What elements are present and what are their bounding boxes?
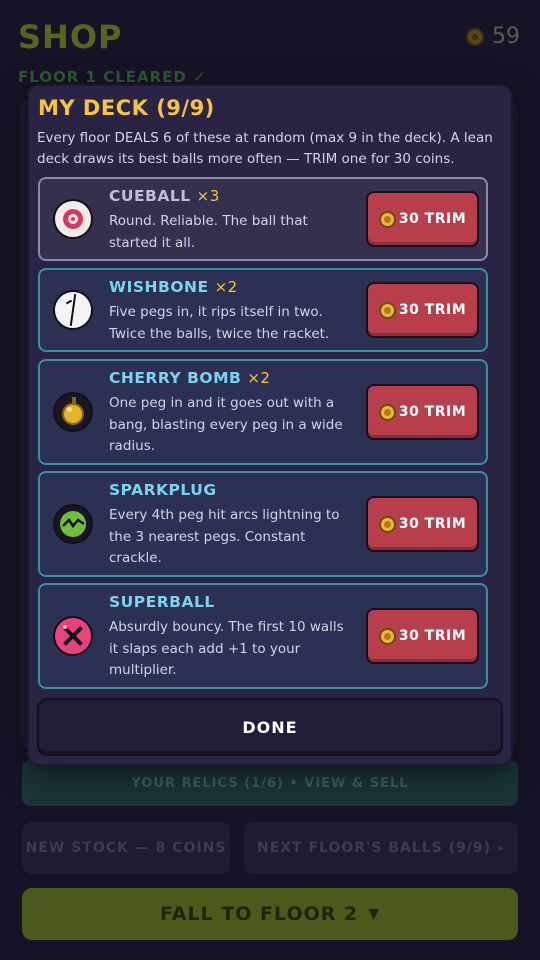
cherry-bomb-icon bbox=[53, 392, 93, 432]
deck-description: Every floor DEALS 6 of these at random (… bbox=[37, 130, 493, 167]
wishbone-icon bbox=[53, 290, 93, 330]
check-icon: ✓ bbox=[193, 68, 207, 86]
trim-label: 30 TRIM bbox=[398, 404, 467, 420]
ball-description: One peg in and it goes out with a bang, … bbox=[109, 395, 343, 454]
coin-count: 59 bbox=[492, 24, 520, 49]
coin-icon bbox=[378, 301, 396, 319]
trim-button-wishbone[interactable]: 30 TRIM bbox=[366, 282, 479, 338]
ball-name: WISHBONE ×2 bbox=[109, 278, 238, 296]
ball-description: Every 4th peg hit arcs lightning to the … bbox=[109, 507, 340, 566]
new-stock-button[interactable]: NEW STOCK — 8 COINS bbox=[22, 822, 230, 874]
ball-card-superball: SUPERBALL Absurdly bouncy. The first 10 … bbox=[38, 583, 488, 689]
superball-icon bbox=[53, 616, 93, 656]
ball-description: Five pegs in, it rips itself in two. Twi… bbox=[109, 304, 330, 342]
cueball-icon bbox=[53, 199, 93, 239]
coin-icon bbox=[378, 210, 396, 228]
ball-description: Absurdly bouncy. The first 10 walls it s… bbox=[109, 619, 344, 678]
trim-label: 30 TRIM bbox=[398, 211, 467, 227]
relics-button[interactable]: YOUR RELICS (1/6) • VIEW & SELL bbox=[22, 760, 518, 806]
fall-label: FALL TO FLOOR 2 bbox=[159, 903, 359, 925]
ball-card-wishbone: WISHBONE ×2 Five pegs in, it rips itself … bbox=[38, 268, 488, 352]
done-button[interactable]: DONE bbox=[37, 698, 503, 756]
trim-button-cherry-bomb[interactable]: 30 TRIM bbox=[366, 384, 479, 440]
trim-label: 30 TRIM bbox=[398, 302, 467, 318]
ball-name: SUPERBALL bbox=[109, 593, 215, 611]
deck-modal: MY DECK (9/9) Every floor DEALS 6 of the… bbox=[29, 86, 511, 764]
ball-card-sparkplug: SPARKPLUG Every 4th peg hit arcs lightni… bbox=[38, 471, 488, 577]
chevron-down-icon: ▼ bbox=[368, 906, 381, 922]
floor-status-label: FLOOR 1 CLEARED bbox=[18, 68, 187, 86]
ball-description: Round. Reliable. The ball that started i… bbox=[109, 213, 308, 251]
fall-to-floor-button[interactable]: FALL TO FLOOR 2 ▼ bbox=[22, 888, 518, 940]
next-floor-balls-button[interactable]: NEXT FLOOR'S BALLS (9/9) ▸ bbox=[244, 822, 518, 874]
coin-icon bbox=[466, 27, 484, 46]
ball-name: CUEBALL ×3 bbox=[109, 187, 220, 205]
ball-count: ×3 bbox=[196, 187, 220, 205]
coin-counter: 59 bbox=[466, 24, 520, 49]
shop-title: SHOP bbox=[18, 18, 123, 56]
deck-title: MY DECK (9/9) bbox=[38, 96, 215, 120]
trim-label: 30 TRIM bbox=[398, 628, 467, 644]
coin-icon bbox=[378, 515, 396, 533]
chevron-right-icon: ▸ bbox=[498, 842, 506, 854]
ball-card-cueball: CUEBALL ×3 Round. Reliable. The ball that… bbox=[38, 177, 488, 261]
next-floor-balls-label: NEXT FLOOR'S BALLS (9/9) bbox=[256, 840, 491, 856]
ball-card-cherry-bomb: CHERRY BOMB ×2 One peg in and it goes out… bbox=[38, 359, 488, 465]
ball-count: ×2 bbox=[214, 278, 238, 296]
ball-name: CHERRY BOMB ×2 bbox=[109, 369, 271, 387]
coin-icon bbox=[378, 403, 396, 421]
trim-button-cueball[interactable]: 30 TRIM bbox=[366, 191, 479, 247]
ball-count: ×2 bbox=[247, 369, 271, 387]
trim-button-superball[interactable]: 30 TRIM bbox=[366, 608, 479, 664]
ball-name: SPARKPLUG bbox=[109, 481, 217, 499]
floor-status: FLOOR 1 CLEARED ✓ bbox=[18, 68, 207, 86]
trim-button-sparkplug[interactable]: 30 TRIM bbox=[366, 496, 479, 552]
coin-icon bbox=[378, 627, 396, 645]
trim-label: 30 TRIM bbox=[398, 516, 467, 532]
sparkplug-icon bbox=[53, 504, 93, 544]
